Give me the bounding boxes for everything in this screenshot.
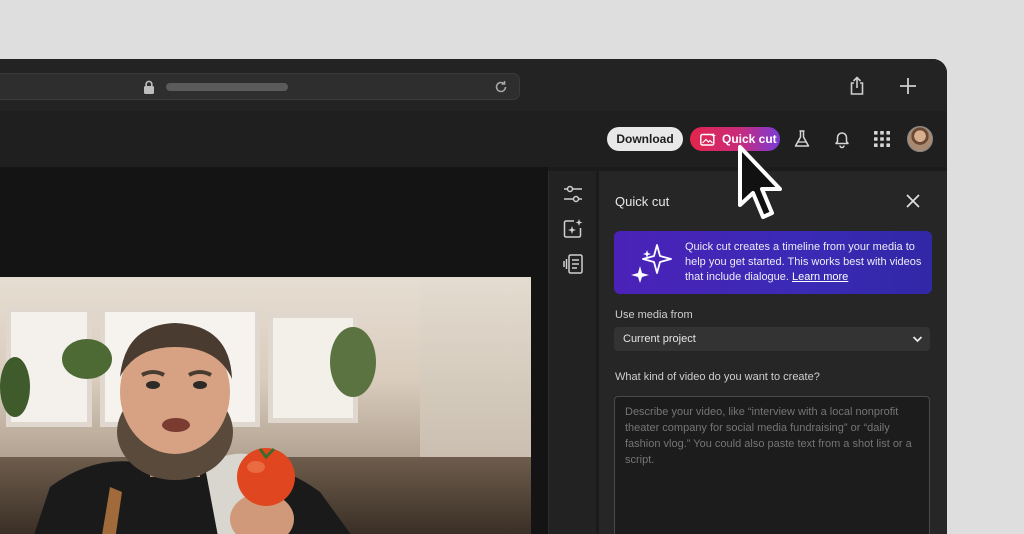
browser-toolbar [0,59,947,111]
mouse-cursor-icon [738,145,782,219]
address-bar[interactable] [0,73,520,100]
transcript-icon[interactable] [562,253,584,275]
video-description-input[interactable] [614,396,930,534]
app-window: Download Quick cut Quick cut Quick cut c… [0,59,947,534]
app-header: Download Quick cut [0,111,947,167]
video-type-label: What kind of video do you want to create… [615,371,820,383]
close-icon[interactable] [905,193,921,209]
media-source-value: Current project [623,333,696,345]
quick-cut-panel: Quick cut Quick cut creates a timeline f… [599,171,947,534]
info-banner: Quick cut creates a timeline from your m… [614,231,932,294]
download-button[interactable]: Download [607,127,683,151]
lock-icon [144,80,154,94]
video-preview-frame[interactable] [0,277,531,534]
video-preview-area [0,167,548,534]
adjust-sliders-icon[interactable] [562,183,584,205]
tool-rail [548,171,596,534]
media-source-select[interactable]: Current project [614,327,930,351]
ai-enhance-icon[interactable] [562,218,584,240]
person-holding-tomato [34,323,351,534]
url-text-placeholder [166,83,288,91]
panel-title: Quick cut [615,194,670,209]
quick-cut-icon [700,132,716,146]
apps-grid-icon[interactable] [872,129,892,149]
chevron-down-icon [912,336,923,343]
reload-icon[interactable] [493,79,509,95]
learn-more-link[interactable]: Learn more [792,271,848,283]
media-source-label: Use media from [615,309,693,321]
sparkle-stars-icon [631,244,672,283]
info-text: Quick cut creates a timeline from your m… [685,240,925,285]
share-icon[interactable] [848,76,866,96]
new-tab-icon[interactable] [898,76,918,96]
notification-bell-icon[interactable] [832,129,852,149]
user-avatar[interactable] [907,126,933,152]
background-plant [0,357,30,417]
labs-flask-icon[interactable] [792,129,812,149]
